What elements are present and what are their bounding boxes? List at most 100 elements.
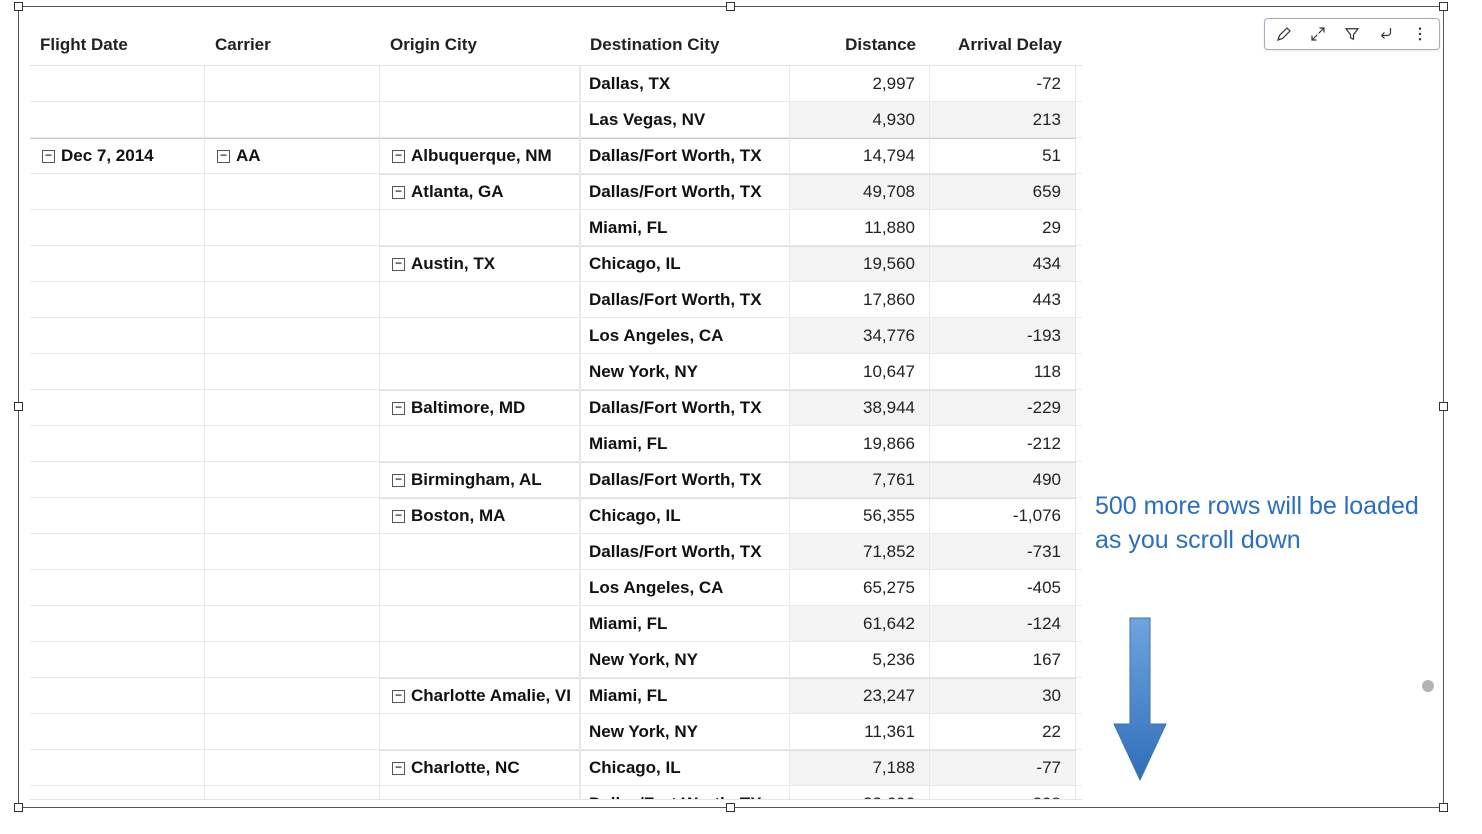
cell-delay: -298	[930, 786, 1076, 800]
table-row[interactable]: New York, NY10,647118	[30, 354, 1082, 390]
cell-destination: Dallas/Fort Worth, TX	[580, 390, 790, 425]
resize-handle-tm[interactable]	[726, 2, 735, 11]
cell-carrier: AA	[205, 138, 380, 173]
cell-destination: Miami, FL	[580, 678, 790, 713]
cell-carrier	[205, 390, 380, 425]
cell-delay: 51	[930, 138, 1076, 173]
table-row[interactable]: Dallas/Fort Worth, TX71,852-731	[30, 534, 1082, 570]
table-row[interactable]: New York, NY5,236167	[30, 642, 1082, 678]
cell-origin: Charlotte Amalie, VI	[380, 678, 580, 713]
cell-flight-date	[30, 174, 205, 209]
cell-distance: 34,776	[790, 318, 930, 353]
header-carrier[interactable]: Carrier	[205, 35, 380, 55]
cell-destination: New York, NY	[580, 642, 790, 677]
table-row[interactable]: Charlotte Amalie, VIMiami, FL23,24730	[30, 678, 1082, 714]
cell-carrier	[205, 174, 380, 209]
header-flight-date[interactable]: Flight Date	[30, 35, 205, 55]
table-row[interactable]: Birmingham, ALDallas/Fort Worth, TX7,761…	[30, 462, 1082, 498]
collapse-icon[interactable]	[392, 510, 405, 523]
table-row[interactable]: Los Angeles, CA34,776-193	[30, 318, 1082, 354]
header-arrival-delay[interactable]: Arrival Delay	[930, 35, 1076, 55]
cell-delay: -124	[930, 606, 1076, 641]
resize-handle-tl[interactable]	[14, 2, 23, 11]
carrier-label: AA	[236, 146, 261, 166]
cell-delay: -193	[930, 318, 1076, 353]
table-row[interactable]: Dallas, TX2,997-72	[30, 66, 1082, 102]
cell-carrier	[205, 102, 380, 137]
table-row[interactable]: Los Angeles, CA65,275-405	[30, 570, 1082, 606]
cell-carrier	[205, 750, 380, 785]
cell-distance: 33.696	[790, 786, 930, 800]
collapse-icon[interactable]	[392, 474, 405, 487]
cell-distance: 10,647	[790, 354, 930, 389]
collapse-icon[interactable]	[392, 258, 405, 271]
cell-distance: 19,866	[790, 426, 930, 461]
cell-delay: 443	[930, 282, 1076, 317]
table-row[interactable]: Boston, MAChicago, IL56,355-1,076	[30, 498, 1082, 534]
collapse-icon[interactable]	[217, 150, 230, 163]
cell-carrier	[205, 66, 380, 101]
cell-destination: Dallas/Fort Worth, TX	[580, 138, 790, 173]
resize-handle-bl[interactable]	[14, 803, 23, 812]
cell-distance: 2,997	[790, 66, 930, 101]
collapse-icon[interactable]	[392, 690, 405, 703]
table-row[interactable]: Dallas/Fort Worth, TX17,860443	[30, 282, 1082, 318]
cell-flight-date	[30, 102, 205, 137]
cell-flight-date	[30, 606, 205, 641]
cell-distance: 49,708	[790, 174, 930, 209]
cell-flight-date	[30, 750, 205, 785]
resize-handle-mr[interactable]	[1439, 402, 1448, 411]
cell-distance: 65,275	[790, 570, 930, 605]
filter-button[interactable]	[1341, 23, 1363, 45]
resize-handle-bm[interactable]	[726, 803, 735, 812]
cell-distance: 5,236	[790, 642, 930, 677]
cell-flight-date	[30, 678, 205, 713]
table-row[interactable]: Las Vegas, NV4,930213	[30, 102, 1082, 138]
cell-flight-date	[30, 282, 205, 317]
cell-carrier	[205, 534, 380, 569]
table-row[interactable]: Miami, FL11,88029	[30, 210, 1082, 246]
collapse-icon[interactable]	[42, 150, 55, 163]
cell-flight-date	[30, 534, 205, 569]
table-body[interactable]: Dallas, TX2,997-72Las Vegas, NV4,930213D…	[30, 66, 1082, 800]
origin-label: Birmingham, AL	[411, 470, 542, 490]
table-row[interactable]: Austin, TXChicago, IL19,560434	[30, 246, 1082, 282]
collapse-icon[interactable]	[392, 186, 405, 199]
table-row[interactable]: Charlotte, NCChicago, IL7,188-77	[30, 750, 1082, 786]
cell-distance: 7,188	[790, 750, 930, 785]
collapse-icon[interactable]	[392, 762, 405, 775]
resize-handle-br[interactable]	[1439, 803, 1448, 812]
menu-button[interactable]	[1409, 23, 1431, 45]
cell-flight-date	[30, 246, 205, 281]
edit-button[interactable]	[1273, 23, 1295, 45]
focus-button[interactable]	[1375, 23, 1397, 45]
cell-destination: Dallas/Fort Worth, TX	[580, 534, 790, 569]
collapse-icon[interactable]	[392, 150, 405, 163]
table-row[interactable]: Baltimore, MD Dallas/Fort Worth, TX38,944…	[30, 390, 1082, 426]
table-row[interactable]: New York, NY11,36122	[30, 714, 1082, 750]
origin-label: Albuquerque, NM	[411, 146, 552, 166]
resize-handle-tr[interactable]	[1439, 2, 1448, 11]
cell-carrier	[205, 318, 380, 353]
resize-handle-ml[interactable]	[14, 402, 23, 411]
table-row[interactable]: Miami, FL61,642-124	[30, 606, 1082, 642]
origin-label: Baltimore, MD	[411, 398, 525, 418]
cell-flight-date	[30, 354, 205, 389]
pencil-icon	[1275, 25, 1293, 43]
filter-icon	[1343, 25, 1361, 43]
header-destination[interactable]: Destination City	[580, 35, 790, 55]
table-row[interactable]: Miami, FL19,866-212	[30, 426, 1082, 462]
table-row[interactable]: Dallas/Fort Worth. TX33.696-298	[30, 786, 1082, 800]
expand-button[interactable]	[1307, 23, 1329, 45]
cell-delay: -212	[930, 426, 1076, 461]
header-origin-city[interactable]: Origin City	[380, 35, 580, 55]
pivot-table[interactable]: Flight Date Carrier Origin City Destinat…	[30, 24, 1082, 800]
cell-origin	[380, 354, 580, 389]
cell-destination: New York, NY	[580, 714, 790, 749]
table-row[interactable]: Dec 7, 2014 AA Albuquerque, NM Dallas/Fort …	[30, 138, 1082, 174]
header-distance[interactable]: Distance	[790, 35, 930, 55]
collapse-icon[interactable]	[392, 402, 405, 415]
table-row[interactable]: Atlanta, GADallas/Fort Worth, TX49,70865…	[30, 174, 1082, 210]
cell-flight-date: Dec 7, 2014	[30, 138, 205, 173]
cell-distance: 38,944	[790, 390, 930, 425]
